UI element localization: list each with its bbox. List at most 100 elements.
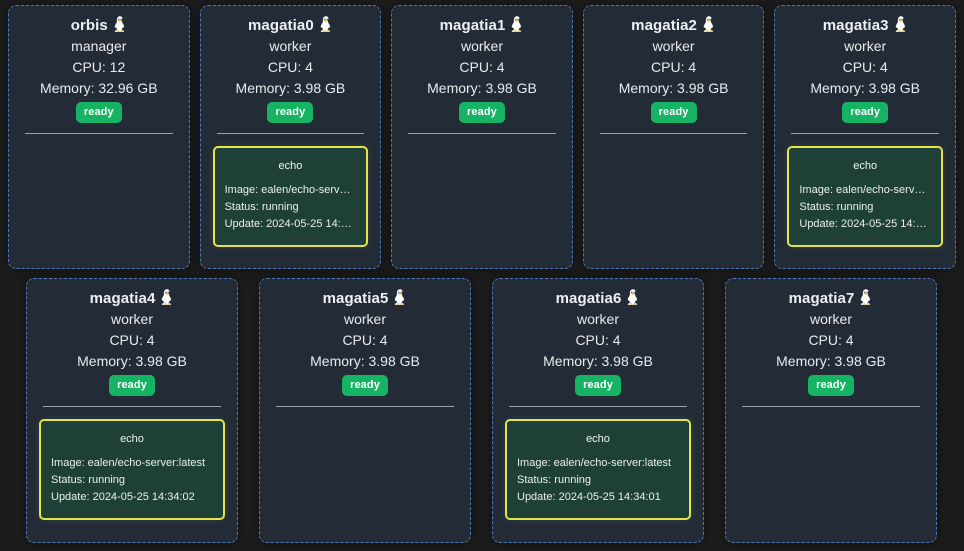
node-role: worker bbox=[787, 36, 943, 57]
node-role: worker bbox=[596, 36, 752, 57]
node-name-text: magatia6 bbox=[556, 290, 622, 307]
node-cpu: CPU: 4 bbox=[787, 57, 943, 78]
node-card-magatia3[interactable]: magatia3 workerCPU: 4Memory: 3.98 GB ready… bbox=[774, 5, 956, 269]
card-spacer bbox=[505, 520, 691, 530]
cluster-dashboard: orbis managerCPU: 12Memory: 32.96 GB ready… bbox=[0, 0, 964, 551]
card-divider bbox=[408, 133, 556, 134]
node-cpu: CPU: 4 bbox=[596, 57, 752, 78]
node-card-magatia1[interactable]: magatia1workerCPU: 4Memory: 3.98 GBready bbox=[391, 5, 573, 269]
card-divider bbox=[742, 406, 920, 407]
node-name-text: orbis bbox=[71, 17, 108, 34]
card-spacer bbox=[21, 146, 177, 256]
card-divider bbox=[600, 133, 748, 134]
node-memory: Memory: 32.96 GB bbox=[21, 78, 177, 99]
node-memory: Memory: 3.98 GB bbox=[272, 351, 458, 372]
service-card-echo[interactable]: echo Image: ealen/echo-server:latestStatu… bbox=[787, 146, 943, 247]
card-spacer bbox=[787, 247, 943, 256]
status-badge: ready bbox=[575, 375, 621, 396]
service-status: Status: running bbox=[517, 472, 679, 489]
service-image: Image: ealen/echo-server:latest bbox=[799, 182, 931, 199]
card-spacer bbox=[39, 520, 225, 530]
card-divider bbox=[25, 133, 173, 134]
card-divider bbox=[217, 133, 365, 134]
status-badge: ready bbox=[76, 102, 122, 123]
card-spacer bbox=[596, 146, 752, 256]
node-name: magatia5 bbox=[272, 289, 458, 309]
node-card-orbis[interactable]: orbis managerCPU: 12Memory: 32.96 GB ready bbox=[8, 5, 190, 269]
service-update: Update: 2024-05-25 14:34:03 bbox=[799, 216, 931, 233]
node-name-text: magatia7 bbox=[789, 290, 855, 307]
service-image: Image: ealen/echo-server:latest bbox=[51, 455, 213, 472]
service-status: Status: running bbox=[799, 199, 931, 216]
node-card-magatia5[interactable]: magatia5workerCPU: 4Memory: 3.98 GB ready bbox=[259, 278, 471, 543]
node-cpu: CPU: 4 bbox=[272, 330, 458, 351]
node-role: worker bbox=[272, 309, 458, 330]
status-badge-wrap: ready bbox=[787, 102, 943, 123]
service-status: Status: running bbox=[225, 199, 357, 216]
status-badge-wrap: ready bbox=[21, 102, 177, 123]
node-memory: Memory: 3.98 GB bbox=[596, 78, 752, 99]
node-card-magatia0[interactable]: magatia0workerCPU: 4Memory: 3.98 GBready… bbox=[200, 5, 382, 269]
service-card-echo[interactable]: echo Image: ealen/echo-server:latestStatu… bbox=[505, 419, 691, 520]
node-name: magatia2 bbox=[596, 16, 752, 36]
service-update: Update: 2024-05-25 14:34:01 bbox=[517, 489, 679, 506]
status-badge-wrap: ready bbox=[39, 375, 225, 396]
node-name: magatia7 bbox=[738, 289, 924, 309]
card-spacer bbox=[272, 419, 458, 530]
service-card-echo[interactable]: echo Image: ealen/echo-server:latestStatu… bbox=[213, 146, 369, 247]
service-image: Image: ealen/echo-server:latest bbox=[225, 182, 357, 199]
status-badge: ready bbox=[459, 102, 505, 123]
node-cpu: CPU: 4 bbox=[404, 57, 560, 78]
node-card-magatia2[interactable]: magatia2 workerCPU: 4Memory: 3.98 GB ready bbox=[583, 5, 765, 269]
node-memory: Memory: 3.98 GB bbox=[404, 78, 560, 99]
service-update: Update: 2024-05-25 14:34:15 bbox=[225, 216, 357, 233]
node-role: manager bbox=[21, 36, 177, 57]
tux-penguin-icon bbox=[113, 16, 127, 32]
node-name: magatia6 bbox=[505, 289, 691, 309]
status-badge: ready bbox=[842, 102, 888, 123]
service-list: echo Image: ealen/echo-server:latestStatu… bbox=[505, 419, 691, 520]
status-badge: ready bbox=[651, 102, 697, 123]
tux-penguin-icon bbox=[626, 289, 640, 305]
card-spacer bbox=[213, 247, 369, 256]
node-name-text: magatia2 bbox=[631, 17, 697, 34]
card-divider bbox=[276, 406, 454, 407]
node-name-text: magatia3 bbox=[823, 17, 889, 34]
card-divider bbox=[791, 133, 939, 134]
service-list: echo Image: ealen/echo-server:latestStatu… bbox=[787, 146, 943, 247]
node-role: worker bbox=[505, 309, 691, 330]
tux-penguin-icon bbox=[510, 16, 524, 32]
service-list: echo Image: ealen/echo-server:latestStatu… bbox=[213, 146, 369, 247]
status-badge: ready bbox=[267, 102, 313, 123]
node-memory: Memory: 3.98 GB bbox=[39, 351, 225, 372]
service-image: Image: ealen/echo-server:latest bbox=[517, 455, 679, 472]
service-card-echo[interactable]: echoImage: ealen/echo-server:latestStatu… bbox=[39, 419, 225, 520]
node-name: magatia0 bbox=[213, 16, 369, 36]
tux-penguin-icon bbox=[319, 16, 333, 32]
tux-penguin-icon bbox=[702, 16, 716, 32]
card-spacer bbox=[404, 146, 560, 256]
node-role: worker bbox=[39, 309, 225, 330]
status-badge: ready bbox=[342, 375, 388, 396]
node-card-magatia7[interactable]: magatia7workerCPU: 4Memory: 3.98 GBready bbox=[725, 278, 937, 543]
card-divider bbox=[509, 406, 687, 407]
node-name-text: magatia4 bbox=[90, 290, 156, 307]
tux-penguin-icon bbox=[393, 289, 407, 305]
node-card-magatia6[interactable]: magatia6workerCPU: 4Memory: 3.98 GBready… bbox=[492, 278, 704, 543]
service-name: echo bbox=[225, 158, 357, 174]
card-spacer bbox=[738, 419, 924, 530]
node-cpu: CPU: 12 bbox=[21, 57, 177, 78]
service-name: echo bbox=[799, 158, 931, 174]
node-role: worker bbox=[404, 36, 560, 57]
service-status: Status: running bbox=[51, 472, 213, 489]
node-name: magatia3 bbox=[787, 16, 943, 36]
service-name: echo bbox=[517, 431, 679, 447]
status-badge-wrap: ready bbox=[213, 102, 369, 123]
node-memory: Memory: 3.98 GB bbox=[787, 78, 943, 99]
node-role: worker bbox=[738, 309, 924, 330]
node-card-magatia4[interactable]: magatia4workerCPU: 4Memory: 3.98 GBready… bbox=[26, 278, 238, 543]
status-badge: ready bbox=[109, 375, 155, 396]
node-cpu: CPU: 4 bbox=[213, 57, 369, 78]
node-memory: Memory: 3.98 GB bbox=[505, 351, 691, 372]
status-badge-wrap: ready bbox=[272, 375, 458, 396]
